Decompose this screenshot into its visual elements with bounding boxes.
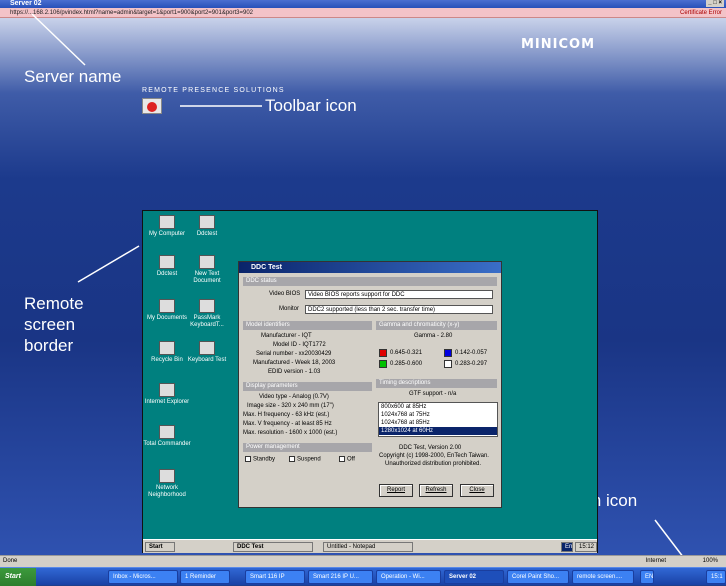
remote-clock: 15:12 bbox=[575, 542, 597, 552]
status-bar: Done Internet 100% bbox=[0, 555, 726, 567]
desktop-icon[interactable]: PassMark KeyboardT... bbox=[183, 299, 231, 329]
lang-indicator[interactable]: EN bbox=[640, 570, 654, 584]
model-line: Serial number - xx20030429 bbox=[256, 351, 332, 357]
section-power: Power management bbox=[243, 443, 372, 452]
clock: 15:1 bbox=[706, 570, 726, 584]
chroma-red: 0.645-0.321 bbox=[390, 350, 423, 356]
status-text: Done bbox=[3, 558, 18, 564]
green-swatch bbox=[379, 360, 387, 368]
list-item[interactable]: 1280x1024 at 60Hz bbox=[379, 427, 497, 435]
list-item[interactable]: 1024x768 at 75Hz bbox=[379, 411, 497, 419]
remote-task-ddc[interactable]: DDC Test bbox=[233, 542, 313, 552]
red-swatch bbox=[379, 349, 387, 357]
report-button[interactable]: Report bbox=[379, 484, 413, 497]
zoom-level[interactable]: 100% bbox=[703, 556, 718, 567]
desktop-icon[interactable]: Ddctest bbox=[183, 215, 231, 238]
section-ddc-status: DDC status bbox=[243, 277, 497, 286]
list-item[interactable]: 800x600 at 85Hz bbox=[379, 403, 497, 411]
section-gamma: Gamma and chromaticity (x-y) bbox=[376, 321, 497, 330]
credits-line: Unauthorized distribution prohibited. bbox=[385, 461, 482, 467]
display-line: Max. V frequency - at least 85 Hz bbox=[243, 421, 332, 427]
desktop-icon[interactable]: Internet Explorer bbox=[143, 383, 191, 406]
chroma-white: 0.283-0.297 bbox=[455, 361, 488, 367]
list-item[interactable]: 1024x768 at 85Hz bbox=[379, 419, 497, 427]
label-toolbar-icon: Toolbar icon bbox=[265, 96, 357, 115]
display-line: Image size - 320 x 240 mm (17") bbox=[247, 403, 334, 409]
label-server-name: Server name bbox=[24, 67, 122, 86]
refresh-button[interactable]: Refresh bbox=[419, 484, 453, 497]
desktop-icon[interactable]: Keyboard Test bbox=[183, 341, 231, 364]
task-item[interactable]: remote screen.... bbox=[572, 570, 634, 584]
blue-swatch bbox=[444, 349, 452, 357]
desktop-icon[interactable]: Network Neighborhood bbox=[143, 469, 191, 499]
timings-list[interactable]: 800x600 at 85Hz 1024x768 at 75Hz 1024x76… bbox=[378, 402, 498, 437]
desktop-icon[interactable]: New Text Document bbox=[183, 255, 231, 285]
standby-checkbox[interactable]: Standby bbox=[245, 456, 275, 463]
remote-lang[interactable]: En bbox=[561, 542, 573, 552]
credits-line: DDC Test, Version 2.00 bbox=[399, 445, 462, 451]
white-swatch bbox=[444, 360, 452, 368]
remote-task-notepad[interactable]: Untitled - Notepad bbox=[323, 542, 413, 552]
remote-screen[interactable]: My Computer Ddctest Ddctest New Text Doc… bbox=[142, 210, 598, 553]
remote-taskbar: Start DDC Test Untitled - Notepad En 15:… bbox=[143, 539, 597, 553]
windows-taskbar: Start Inbox - Micros... 1 Reminder Smart… bbox=[0, 567, 726, 586]
monitor-label: Monitor bbox=[279, 306, 300, 312]
task-item-active[interactable]: Server 02 bbox=[444, 570, 504, 584]
section-timing: Timing descriptions bbox=[376, 379, 497, 388]
display-line: Max. resolution - 1600 x 1000 (est.) bbox=[243, 430, 338, 436]
task-item[interactable]: Smart 216 IP U... bbox=[308, 570, 373, 584]
gtf-support: GTF support - n/a bbox=[409, 391, 457, 397]
model-line: Model ID - IQT1772 bbox=[273, 342, 326, 348]
model-line: Manufacturer - IQT bbox=[261, 333, 312, 339]
task-item[interactable]: Inbox - Micros... bbox=[108, 570, 178, 584]
task-item[interactable]: Smart 116 IP bbox=[245, 570, 305, 584]
chroma-green: 0.285-0.600 bbox=[390, 361, 423, 367]
model-line: EDID version - 1.03 bbox=[268, 369, 321, 375]
gamma-value: Gamma - 2.80 bbox=[414, 333, 453, 339]
model-line: Manufactured - Week 18, 2003 bbox=[253, 360, 336, 366]
display-line: Video type - Analog (0.7V) bbox=[259, 394, 329, 400]
monitor-field: DDC2 supported (less than 2 sec. transfe… bbox=[305, 305, 493, 314]
task-item[interactable]: Corel Paint Sho... bbox=[507, 570, 569, 584]
task-item[interactable]: 1 Reminder bbox=[180, 570, 230, 584]
video-bios-field: Video BIOS reports support for DDC bbox=[305, 290, 493, 299]
start-button[interactable]: Start bbox=[0, 568, 36, 586]
credits-line: Copyright (c) 1998-2000, EnTech Taiwan. bbox=[379, 453, 489, 459]
desktop-icon[interactable]: Total Commander bbox=[143, 425, 191, 448]
remote-start-button[interactable]: Start bbox=[145, 542, 175, 552]
section-display: Display parameters bbox=[243, 382, 372, 391]
chroma-blue: 0.142-0.057 bbox=[455, 350, 488, 356]
suspend-checkbox[interactable]: Suspend bbox=[289, 456, 321, 463]
video-bios-label: Video BIOS bbox=[269, 291, 301, 297]
task-item[interactable]: Operation - Wi... bbox=[376, 570, 441, 584]
off-checkbox[interactable]: Off bbox=[339, 456, 355, 463]
display-line: Max. H frequency - 63 kHz (est.) bbox=[243, 412, 330, 418]
section-model: Model identifiers bbox=[243, 321, 372, 330]
close-button[interactable]: Close bbox=[460, 484, 494, 497]
internet-zone: Internet bbox=[645, 558, 666, 564]
ddc-title: DDC Test bbox=[239, 262, 501, 273]
ddc-test-window[interactable]: DDC Test DDC status Video BIOS Video BIO… bbox=[238, 261, 502, 508]
label-remote-border: Remote screen border bbox=[24, 294, 84, 355]
